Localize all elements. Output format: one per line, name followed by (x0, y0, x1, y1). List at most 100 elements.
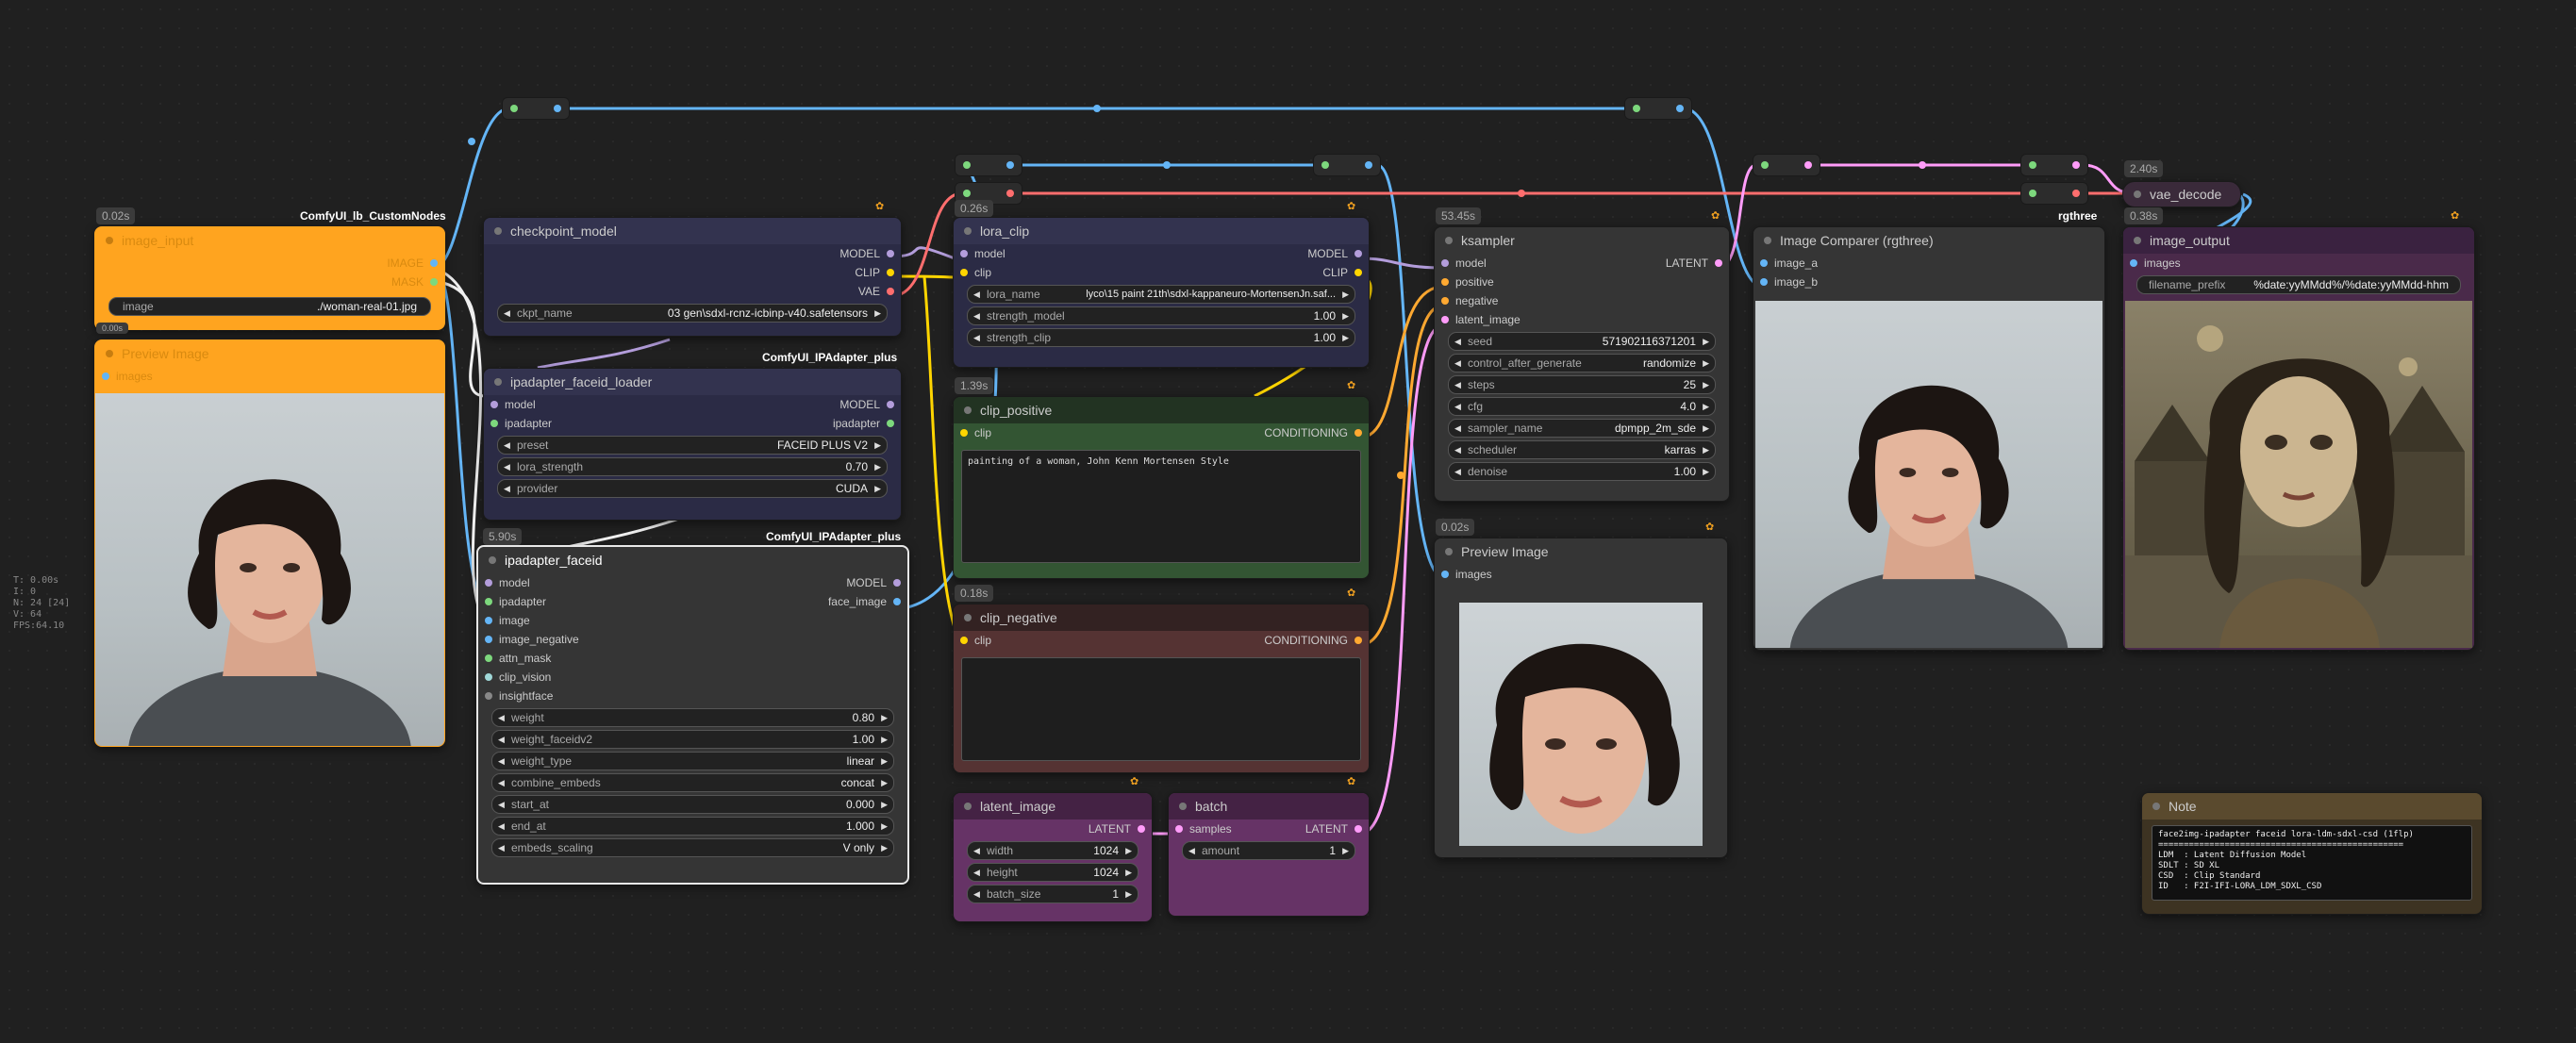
ipadapter-faceid-loader-node[interactable]: ipadapter_faceid_loader model MODEL ipad… (483, 368, 902, 521)
reroute-node[interactable] (2020, 154, 2088, 176)
output-socket-model[interactable] (887, 401, 894, 408)
ipadapter-faceid-node[interactable]: ipadapter_faceid model MODEL ipadapter f… (476, 545, 909, 885)
collapse-dot[interactable] (2152, 803, 2160, 810)
input-socket-positive[interactable] (1441, 278, 1449, 286)
reroute-output-socket[interactable] (1804, 161, 1812, 169)
increment-arrow-icon[interactable]: ▶ (874, 458, 881, 475)
output-socket-model[interactable] (893, 579, 901, 587)
decrement-arrow-icon[interactable]: ◀ (1454, 355, 1461, 372)
decrement-arrow-icon[interactable]: ◀ (973, 886, 980, 902)
input-socket-clip[interactable] (960, 637, 968, 644)
input-clip[interactable]: clip (954, 423, 1142, 442)
output-socket-mask[interactable] (430, 278, 438, 286)
reroute-node[interactable] (955, 154, 1022, 176)
node-title[interactable]: image_input (95, 227, 444, 254)
input-socket-insightface[interactable] (485, 692, 492, 700)
steps-number[interactable]: ◀ steps 25 ▶ (1448, 375, 1716, 394)
embeds-scaling-combo[interactable]: ◀ embeds_scaling V only ▶ (491, 838, 894, 857)
input-socket-ipadapter[interactable] (485, 598, 492, 605)
reroute-input-socket[interactable] (963, 190, 971, 197)
input-negative[interactable]: negative (1435, 291, 1729, 310)
input-insightface[interactable]: insightface (478, 687, 907, 705)
node-title[interactable]: Image Comparer (rgthree) (1753, 227, 2104, 254)
output-socket-latent[interactable] (1354, 825, 1362, 833)
input-model[interactable]: model (954, 244, 1142, 263)
input-socket-latent-image[interactable] (1441, 316, 1449, 323)
lora-name-combo[interactable]: ◀ lora_name lyco\15 paint 21th\sdxl-kapp… (967, 285, 1355, 304)
output-model[interactable]: MODEL (1180, 244, 1369, 263)
increment-arrow-icon[interactable]: ▶ (1342, 842, 1349, 859)
reroute-input-socket[interactable] (1761, 161, 1769, 169)
decrement-arrow-icon[interactable]: ◀ (498, 753, 505, 770)
output-mask[interactable]: MASK (95, 273, 444, 291)
collapse-dot[interactable] (1179, 803, 1187, 810)
output-socket-image[interactable] (430, 259, 438, 267)
reroute-output-socket[interactable] (2072, 161, 2080, 169)
input-socket-model[interactable] (1441, 259, 1449, 267)
increment-arrow-icon[interactable]: ▶ (881, 796, 888, 813)
input-ipadapter[interactable]: ipadapter (478, 592, 667, 611)
ckpt-name-combo[interactable]: ◀ ckpt_name 03 gen\sdxl-rcnz-icbinp-v40.… (497, 304, 888, 323)
input-images[interactable]: images (2123, 254, 2474, 273)
output-image[interactable]: IMAGE (95, 254, 444, 273)
output-model[interactable]: MODEL (484, 244, 901, 263)
preview-image-node[interactable]: Preview Image images (1434, 538, 1728, 858)
output-socket-conditioning[interactable] (1354, 429, 1362, 437)
output-socket-ipadapter[interactable] (887, 420, 894, 427)
reroute-output-socket[interactable] (554, 105, 561, 112)
reroute-node[interactable] (2020, 182, 2088, 205)
input-image[interactable]: image (478, 611, 907, 630)
scheduler-combo[interactable]: ◀ scheduler karras ▶ (1448, 440, 1716, 459)
decrement-arrow-icon[interactable]: ◀ (498, 731, 505, 748)
output-socket-conditioning[interactable] (1354, 637, 1362, 644)
input-socket-images[interactable] (2130, 259, 2137, 267)
collapse-dot[interactable] (964, 614, 972, 621)
output-socket-clip[interactable] (887, 269, 894, 276)
decrement-arrow-icon[interactable]: ◀ (1188, 842, 1195, 859)
input-socket-images[interactable] (1441, 571, 1449, 578)
reroute-input-socket[interactable] (1633, 105, 1640, 112)
note-textarea[interactable]: face2img-ipadapter faceid lora-ldm-sdxl-… (2152, 825, 2472, 901)
decrement-arrow-icon[interactable]: ◀ (504, 437, 510, 454)
clip-positive-node[interactable]: clip_positive clip CONDITIONING painting… (953, 396, 1370, 579)
input-images[interactable]: images (95, 367, 444, 386)
filename-prefix-field[interactable]: filename_prefix %date:yyMMdd%/%date:yyMM… (2136, 275, 2461, 294)
collapse-dot[interactable] (1445, 237, 1453, 244)
collapse-dot[interactable] (494, 378, 502, 386)
decrement-arrow-icon[interactable]: ◀ (973, 329, 980, 346)
output-socket-vae[interactable] (887, 288, 894, 295)
output-latent[interactable]: LATENT (1274, 820, 1369, 838)
input-clip[interactable]: clip (954, 263, 1142, 282)
collapse-dot[interactable] (494, 227, 502, 235)
increment-arrow-icon[interactable]: ▶ (874, 480, 881, 497)
collapse-dot[interactable] (106, 237, 113, 244)
collapse-dot[interactable] (964, 227, 972, 235)
increment-arrow-icon[interactable]: ▶ (1342, 286, 1349, 303)
increment-arrow-icon[interactable]: ▶ (1703, 420, 1709, 437)
vae-decode-node[interactable]: vae_decode (2122, 181, 2241, 207)
output-model[interactable]: MODEL (712, 395, 901, 414)
node-title[interactable]: ipadapter_faceid_loader (484, 369, 901, 395)
node-title[interactable]: vae_decode (2123, 182, 2240, 207)
increment-arrow-icon[interactable]: ▶ (874, 305, 881, 322)
input-model[interactable]: model (478, 573, 667, 592)
amount-number[interactable]: ◀ amount 1 ▶ (1182, 841, 1355, 860)
increment-arrow-icon[interactable]: ▶ (881, 839, 888, 856)
output-clip[interactable]: CLIP (484, 263, 901, 282)
input-image-b[interactable]: image_b (1753, 273, 2104, 291)
input-image-negative[interactable]: image_negative (478, 630, 907, 649)
output-latent[interactable]: LATENT (954, 820, 1152, 838)
input-socket-image-a[interactable] (1760, 259, 1768, 267)
collapse-dot[interactable] (964, 406, 972, 414)
increment-arrow-icon[interactable]: ▶ (881, 818, 888, 835)
decrement-arrow-icon[interactable]: ◀ (498, 774, 505, 791)
input-socket-images[interactable] (102, 372, 109, 380)
start-at-number[interactable]: ◀ start_at 0.000 ▶ (491, 795, 894, 814)
reroute-input-socket[interactable] (1321, 161, 1329, 169)
collapse-dot[interactable] (1445, 548, 1453, 555)
output-vae[interactable]: VAE (484, 282, 901, 301)
decrement-arrow-icon[interactable]: ◀ (1454, 398, 1461, 415)
collapse-dot[interactable] (964, 803, 972, 810)
input-socket-model[interactable] (490, 401, 498, 408)
output-conditioning[interactable]: CONDITIONING (1180, 631, 1369, 650)
